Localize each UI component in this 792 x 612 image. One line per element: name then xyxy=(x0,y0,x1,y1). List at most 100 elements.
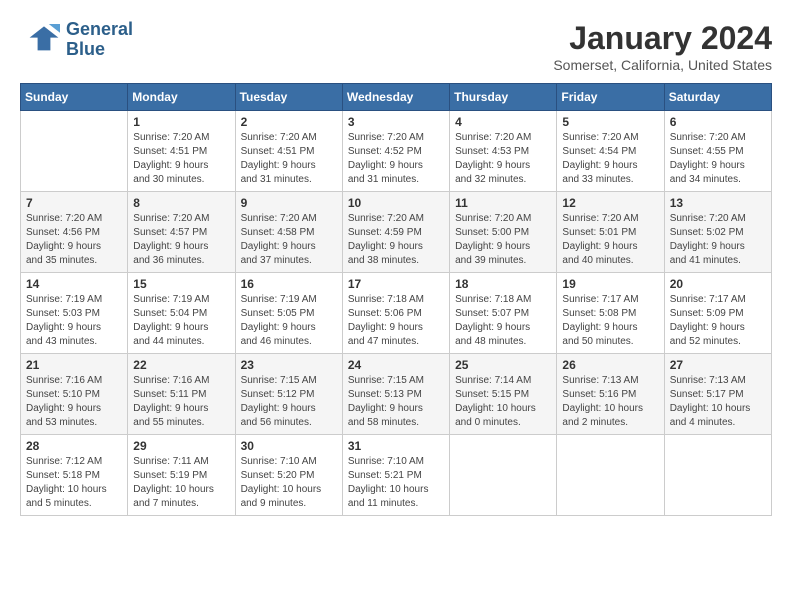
calendar-table: SundayMondayTuesdayWednesdayThursdayFrid… xyxy=(20,83,772,516)
day-cell: 12 Sunrise: 7:20 AM Sunset: 5:01 PM Dayli… xyxy=(557,192,664,273)
day-info: Sunrise: 7:10 AM Sunset: 5:21 PM Dayligh… xyxy=(348,455,444,511)
day-number: 5 xyxy=(562,115,658,129)
day-info: Sunrise: 7:15 AM Sunset: 5:12 PM Dayligh… xyxy=(241,374,337,430)
day-cell xyxy=(21,111,128,192)
header-saturday: Saturday xyxy=(664,84,771,111)
day-number: 8 xyxy=(133,196,229,210)
day-cell: 18 Sunrise: 7:18 AM Sunset: 5:07 PM Dayli… xyxy=(450,273,557,354)
logo: General Blue xyxy=(20,20,133,60)
day-info: Sunrise: 7:20 AM Sunset: 5:01 PM Dayligh… xyxy=(562,212,658,268)
day-cell: 30 Sunrise: 7:10 AM Sunset: 5:20 PM Dayli… xyxy=(235,435,342,516)
day-cell: 6 Sunrise: 7:20 AM Sunset: 4:55 PM Daylig… xyxy=(664,111,771,192)
page-header: General Blue January 2024 Somerset, Cali… xyxy=(20,20,772,73)
day-cell xyxy=(450,435,557,516)
day-cell: 8 Sunrise: 7:20 AM Sunset: 4:57 PM Daylig… xyxy=(128,192,235,273)
day-number: 30 xyxy=(241,439,337,453)
day-number: 20 xyxy=(670,277,766,291)
day-number: 3 xyxy=(348,115,444,129)
day-cell: 15 Sunrise: 7:19 AM Sunset: 5:04 PM Dayli… xyxy=(128,273,235,354)
day-cell: 17 Sunrise: 7:18 AM Sunset: 5:06 PM Dayli… xyxy=(342,273,449,354)
day-cell: 21 Sunrise: 7:16 AM Sunset: 5:10 PM Dayli… xyxy=(21,354,128,435)
day-info: Sunrise: 7:11 AM Sunset: 5:19 PM Dayligh… xyxy=(133,455,229,511)
day-info: Sunrise: 7:20 AM Sunset: 4:52 PM Dayligh… xyxy=(348,131,444,187)
day-number: 11 xyxy=(455,196,551,210)
day-number: 24 xyxy=(348,358,444,372)
day-info: Sunrise: 7:20 AM Sunset: 4:54 PM Dayligh… xyxy=(562,131,658,187)
day-info: Sunrise: 7:19 AM Sunset: 5:04 PM Dayligh… xyxy=(133,293,229,349)
day-cell: 10 Sunrise: 7:20 AM Sunset: 4:59 PM Dayli… xyxy=(342,192,449,273)
day-info: Sunrise: 7:18 AM Sunset: 5:06 PM Dayligh… xyxy=(348,293,444,349)
day-info: Sunrise: 7:19 AM Sunset: 5:03 PM Dayligh… xyxy=(26,293,122,349)
day-cell: 1Sunrise: 7:20 AM Sunset: 4:51 PM Daylig… xyxy=(128,111,235,192)
day-info: Sunrise: 7:20 AM Sunset: 4:57 PM Dayligh… xyxy=(133,212,229,268)
day-number: 18 xyxy=(455,277,551,291)
day-info: Sunrise: 7:16 AM Sunset: 5:10 PM Dayligh… xyxy=(26,374,122,430)
week-row-5: 28 Sunrise: 7:12 AM Sunset: 5:18 PM Dayli… xyxy=(21,435,772,516)
day-info: Sunrise: 7:16 AM Sunset: 5:11 PM Dayligh… xyxy=(133,374,229,430)
day-info: Sunrise: 7:20 AM Sunset: 5:02 PM Dayligh… xyxy=(670,212,766,268)
day-number: 21 xyxy=(26,358,122,372)
day-number: 23 xyxy=(241,358,337,372)
day-number: 22 xyxy=(133,358,229,372)
day-number: 10 xyxy=(348,196,444,210)
day-info: Sunrise: 7:20 AM Sunset: 4:58 PM Dayligh… xyxy=(241,212,337,268)
day-info: Sunrise: 7:20 AM Sunset: 4:55 PM Dayligh… xyxy=(670,131,766,187)
day-number: 31 xyxy=(348,439,444,453)
header-tuesday: Tuesday xyxy=(235,84,342,111)
day-cell: 3 Sunrise: 7:20 AM Sunset: 4:52 PM Daylig… xyxy=(342,111,449,192)
day-number: 28 xyxy=(26,439,122,453)
day-number: 15 xyxy=(133,277,229,291)
day-cell: 20Sunrise: 7:17 AM Sunset: 5:09 PM Dayli… xyxy=(664,273,771,354)
day-number: 6 xyxy=(670,115,766,129)
day-number: 12 xyxy=(562,196,658,210)
day-cell: 23 Sunrise: 7:15 AM Sunset: 5:12 PM Dayli… xyxy=(235,354,342,435)
day-number: 13 xyxy=(670,196,766,210)
day-cell: 31 Sunrise: 7:10 AM Sunset: 5:21 PM Dayli… xyxy=(342,435,449,516)
day-number: 25 xyxy=(455,358,551,372)
day-cell: 11Sunrise: 7:20 AM Sunset: 5:00 PM Dayli… xyxy=(450,192,557,273)
day-number: 2 xyxy=(241,115,337,129)
logo-icon xyxy=(20,20,60,60)
header-monday: Monday xyxy=(128,84,235,111)
day-cell: 29Sunrise: 7:11 AM Sunset: 5:19 PM Dayli… xyxy=(128,435,235,516)
day-cell: 9 Sunrise: 7:20 AM Sunset: 4:58 PM Daylig… xyxy=(235,192,342,273)
day-cell xyxy=(557,435,664,516)
calendar-title: January 2024 xyxy=(553,20,772,57)
day-info: Sunrise: 7:13 AM Sunset: 5:17 PM Dayligh… xyxy=(670,374,766,430)
day-number: 9 xyxy=(241,196,337,210)
day-info: Sunrise: 7:19 AM Sunset: 5:05 PM Dayligh… xyxy=(241,293,337,349)
day-number: 4 xyxy=(455,115,551,129)
day-cell: 14Sunrise: 7:19 AM Sunset: 5:03 PM Dayli… xyxy=(21,273,128,354)
day-cell: 19Sunrise: 7:17 AM Sunset: 5:08 PM Dayli… xyxy=(557,273,664,354)
title-section: January 2024 Somerset, California, Unite… xyxy=(553,20,772,73)
day-number: 17 xyxy=(348,277,444,291)
day-cell: 24 Sunrise: 7:15 AM Sunset: 5:13 PM Dayli… xyxy=(342,354,449,435)
day-cell: 28 Sunrise: 7:12 AM Sunset: 5:18 PM Dayli… xyxy=(21,435,128,516)
day-number: 26 xyxy=(562,358,658,372)
day-info: Sunrise: 7:10 AM Sunset: 5:20 PM Dayligh… xyxy=(241,455,337,511)
day-info: Sunrise: 7:12 AM Sunset: 5:18 PM Dayligh… xyxy=(26,455,122,511)
day-cell: 25Sunrise: 7:14 AM Sunset: 5:15 PM Dayli… xyxy=(450,354,557,435)
calendar-subtitle: Somerset, California, United States xyxy=(553,57,772,73)
header-sunday: Sunday xyxy=(21,84,128,111)
day-number: 19 xyxy=(562,277,658,291)
header-row: SundayMondayTuesdayWednesdayThursdayFrid… xyxy=(21,84,772,111)
day-cell: 7Sunrise: 7:20 AM Sunset: 4:56 PM Daylig… xyxy=(21,192,128,273)
day-info: Sunrise: 7:20 AM Sunset: 4:51 PM Dayligh… xyxy=(241,131,337,187)
day-info: Sunrise: 7:15 AM Sunset: 5:13 PM Dayligh… xyxy=(348,374,444,430)
week-row-4: 21 Sunrise: 7:16 AM Sunset: 5:10 PM Dayli… xyxy=(21,354,772,435)
header-friday: Friday xyxy=(557,84,664,111)
week-row-1: 1 Sunrise: 7:20 AM Sunset: 4:51 PM Daylig… xyxy=(21,111,772,192)
day-cell: 26Sunrise: 7:13 AM Sunset: 5:16 PM Dayli… xyxy=(557,354,664,435)
day-cell: 13 Sunrise: 7:20 AM Sunset: 5:02 PM Dayli… xyxy=(664,192,771,273)
header-thursday: Thursday xyxy=(450,84,557,111)
day-info: Sunrise: 7:18 AM Sunset: 5:07 PM Dayligh… xyxy=(455,293,551,349)
day-number: 16 xyxy=(241,277,337,291)
day-cell: 22 Sunrise: 7:16 AM Sunset: 5:11 PM Dayli… xyxy=(128,354,235,435)
day-number: 1 xyxy=(133,115,229,129)
header-wednesday: Wednesday xyxy=(342,84,449,111)
week-row-2: 7Sunrise: 7:20 AM Sunset: 4:56 PM Daylig… xyxy=(21,192,772,273)
day-cell: 4Sunrise: 7:20 AM Sunset: 4:53 PM Daylig… xyxy=(450,111,557,192)
day-info: Sunrise: 7:20 AM Sunset: 4:59 PM Dayligh… xyxy=(348,212,444,268)
day-cell xyxy=(664,435,771,516)
